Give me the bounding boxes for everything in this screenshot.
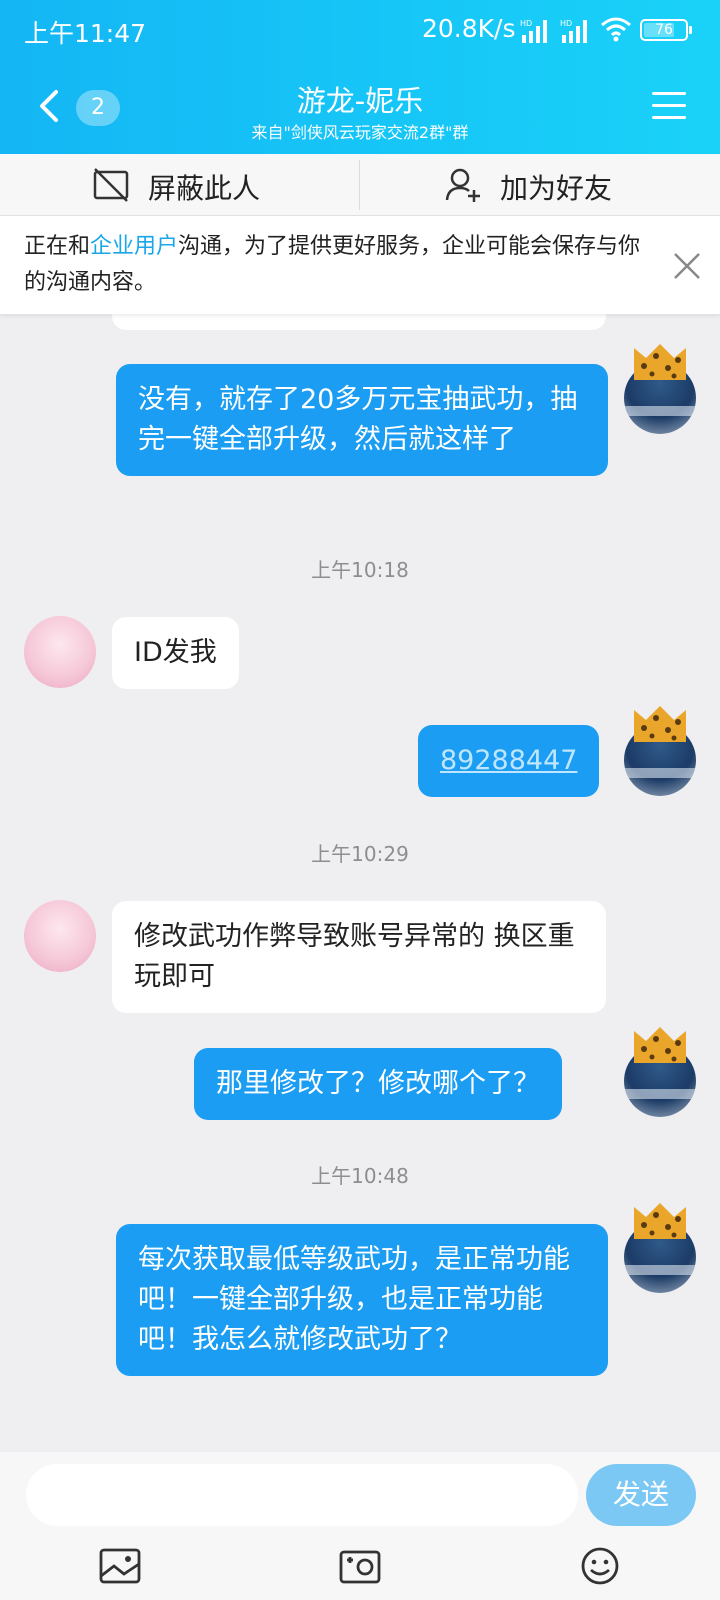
svg-text:HD: HD bbox=[560, 19, 572, 28]
block-label: 屏蔽此人 bbox=[148, 172, 261, 205]
network-speed: 20.8K/s bbox=[422, 14, 516, 43]
svg-text:HD: HD bbox=[520, 19, 532, 28]
input-bar: 发送 bbox=[0, 1452, 720, 1600]
message-bubble-them[interactable]: 修改武功作弊导致账号异常的 换区重玩即可 bbox=[112, 901, 606, 1013]
leopard-hat-icon bbox=[634, 344, 686, 380]
leopard-hat-icon bbox=[634, 1203, 686, 1239]
timestamp: 上午10:29 bbox=[311, 842, 409, 866]
signal-icon: HD bbox=[520, 19, 547, 43]
notice-text: 正在和企业用户沟通，为了提供更好服务，企业可能会保存与你的沟通内容。 bbox=[24, 229, 654, 301]
signal-icon: HD bbox=[560, 19, 587, 43]
menu-icon[interactable] bbox=[652, 92, 686, 120]
id-link[interactable]: 89288447 bbox=[440, 745, 577, 776]
image-icon[interactable] bbox=[98, 1546, 142, 1586]
wifi-icon bbox=[601, 17, 631, 42]
notice-highlight[interactable]: 企业用户 bbox=[90, 234, 178, 259]
leopard-hat-icon bbox=[634, 1027, 686, 1063]
action-bar: 屏蔽此人 加为好友 bbox=[0, 154, 720, 216]
message-bubble-me[interactable]: 89288447 bbox=[418, 725, 600, 797]
chat-subtitle: 来自"剑侠风云玩家交流2群"群 bbox=[251, 123, 469, 142]
block-button[interactable]: 屏蔽此人 bbox=[0, 154, 360, 216]
status-time: 上午11:47 bbox=[24, 19, 147, 48]
message-input[interactable] bbox=[26, 1464, 578, 1526]
add-user-icon bbox=[445, 168, 480, 202]
timestamp: 上午10:18 bbox=[311, 558, 409, 582]
battery-level: 76 bbox=[655, 22, 673, 38]
message-bubble-me[interactable]: 没有，就存了20多万元宝抽武功，抽完一键全部升级，然后就这样了 bbox=[116, 364, 608, 476]
chat-title: 游龙-妮乐 bbox=[296, 84, 424, 118]
contact-avatar[interactable] bbox=[24, 616, 96, 688]
block-icon bbox=[93, 168, 129, 202]
contact-avatar[interactable] bbox=[24, 900, 96, 972]
timestamp: 上午10:48 bbox=[311, 1164, 409, 1188]
camera-icon[interactable] bbox=[338, 1546, 382, 1586]
battery-icon: 76 bbox=[640, 19, 692, 41]
close-icon[interactable] bbox=[672, 251, 702, 281]
enterprise-notice: 正在和企业用户沟通，为了提供更好服务，企业可能会保存与你的沟通内容。 bbox=[0, 216, 720, 314]
emoji-icon[interactable] bbox=[578, 1546, 622, 1586]
message-bubble-me[interactable]: 那里修改了？修改哪个了？ bbox=[194, 1048, 562, 1120]
add-friend-button[interactable]: 加为好友 bbox=[360, 154, 720, 216]
message-bubble-them[interactable]: ID发我 bbox=[112, 617, 239, 689]
status-bar: 上午11:47 20.8K/s HD HD 76 bbox=[0, 0, 720, 60]
add-friend-label: 加为好友 bbox=[500, 172, 613, 205]
chat-header: 上午11:47 20.8K/s HD HD 76 2 游龙-妮乐 来自"剑侠风云… bbox=[0, 0, 720, 154]
leopard-hat-icon bbox=[634, 706, 686, 742]
send-button[interactable]: 发送 bbox=[586, 1464, 696, 1526]
notice-prefix: 正在和 bbox=[24, 234, 91, 259]
message-bubble-me[interactable]: 每次获取最低等级武功，是正常功能吧！一键全部升级，也是正常功能吧！我怎么就修改武… bbox=[116, 1224, 608, 1376]
